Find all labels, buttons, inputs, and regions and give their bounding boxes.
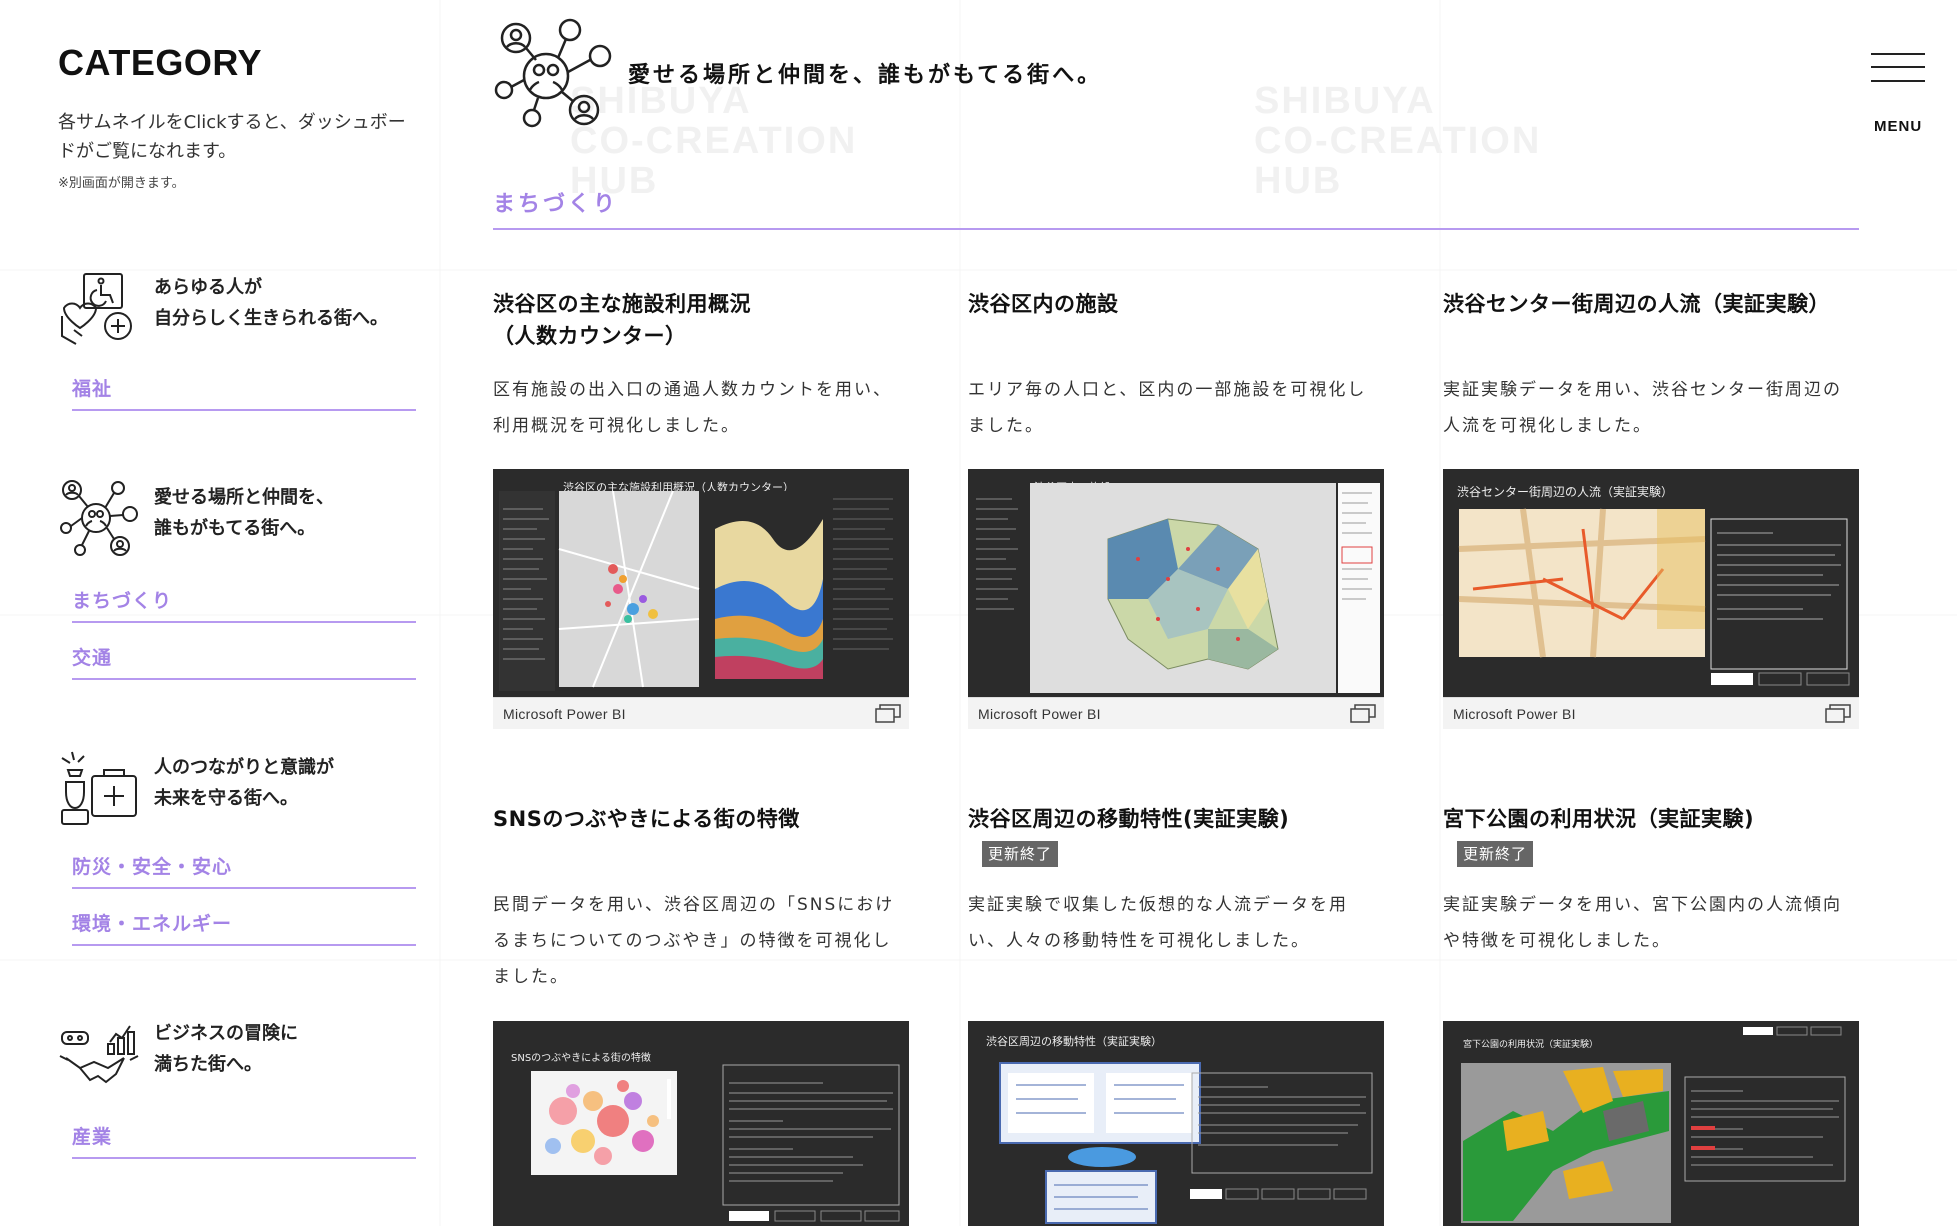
dashboard-thumbnail[interactable]: 渋谷区の主な施設利用概況（人数カウンター） Microsoft Power BI bbox=[493, 469, 909, 729]
sidebar-link-welfare[interactable]: 福祉 bbox=[72, 374, 416, 411]
category-description: 各サムネイルをClickすると、ダッシュボードがご覧になれます。 bbox=[58, 112, 406, 162]
group-line2: 自分らしく生きられる街へ。 bbox=[154, 308, 388, 329]
group-line2: 誰もがもてる街へ。 bbox=[154, 518, 316, 539]
category-group-business: ビジネスの冒険に 満ちた街へ。 産業 bbox=[58, 1014, 418, 1159]
menu-icon-line bbox=[1871, 66, 1925, 68]
menu-button[interactable]: MENU bbox=[1868, 50, 1926, 140]
thumbnail-footer: Microsoft Power BI bbox=[493, 697, 909, 729]
category-sidebar: CATEGORY 各サムネイルをClickすると、ダッシュボードがご覧になれます… bbox=[0, 0, 440, 1226]
sidebar-link-environment-energy[interactable]: 環境・エネルギー bbox=[72, 909, 416, 946]
watermark-line: SHIBUYA bbox=[1254, 80, 1436, 122]
powerbi-label: Microsoft Power BI bbox=[503, 706, 626, 722]
sidebar-link-industry[interactable]: 産業 bbox=[72, 1122, 416, 1159]
group-line1: 愛せる場所と仲間を、 bbox=[154, 487, 334, 508]
dashboard-thumbnail[interactable]: 渋谷区周辺の移動特性（実証実験） bbox=[968, 1021, 1384, 1226]
watermark-line: CO-CREATION bbox=[1254, 119, 1542, 162]
category-title: CATEGORY bbox=[58, 42, 263, 83]
group-line1: ビジネスの冒険に bbox=[154, 1023, 298, 1044]
group-line1: あらゆる人が bbox=[154, 277, 262, 298]
thumbnail-preview bbox=[972, 483, 1380, 693]
menu-icon-line bbox=[1871, 80, 1925, 82]
card-title[interactable]: 渋谷区の主な施設利用概況（人数カウンター） bbox=[493, 288, 793, 352]
people-network-icon bbox=[60, 480, 138, 556]
section-title: まちづくり bbox=[493, 186, 1859, 230]
sidebar-link-machizukuri[interactable]: まちづくり bbox=[72, 586, 416, 623]
business-handshake-icon bbox=[59, 1025, 139, 1084]
people-network-icon bbox=[494, 18, 612, 128]
card-title[interactable]: 渋谷センター街周辺の人流（実証実験） bbox=[1443, 288, 1859, 320]
dashboard-thumbnail[interactable]: 渋谷センター街周辺の人流（実証実験） Microsoft Power BI bbox=[1443, 469, 1859, 729]
menu-icon-line bbox=[1871, 53, 1925, 55]
card-description: エリア毎の人口と、区内の一部施設を可視化しました。 bbox=[968, 380, 1367, 436]
update-ended-badge: 更新終了 bbox=[1457, 841, 1534, 867]
thumbnail-preview bbox=[531, 1064, 900, 1222]
card-title[interactable]: 渋谷区内の施設 bbox=[968, 288, 1384, 320]
sidebar-link-transport[interactable]: 交通 bbox=[72, 643, 416, 680]
dashboard-thumbnail[interactable]: 渋谷区内の施設 Microsoft Power BI bbox=[968, 469, 1384, 729]
category-note: ※別画面が開きます。 bbox=[58, 176, 185, 191]
thumbnail-preview bbox=[999, 1062, 1373, 1224]
powerbi-label: Microsoft Power BI bbox=[1453, 706, 1576, 722]
thumbnail-footer: Microsoft Power BI bbox=[968, 697, 1384, 729]
thumbnail-preview bbox=[1461, 1026, 1846, 1223]
sidebar-link-disaster-safety[interactable]: 防災・安全・安心 bbox=[72, 852, 416, 889]
card-description: 実証実験データを用い、宮下公園内の人流傾向や特徴を可視化しました。 bbox=[1443, 895, 1842, 951]
group-line2: 未来を守る街へ。 bbox=[154, 788, 298, 809]
expand-icon[interactable] bbox=[1350, 703, 1376, 723]
thumbnail-preview bbox=[1458, 508, 1850, 686]
card-description: 実証実験で収集した仮想的な人流データを用い、人々の移動特性を可視化しました。 bbox=[968, 895, 1348, 951]
update-ended-badge: 更新終了 bbox=[982, 841, 1059, 867]
card-title[interactable]: 渋谷区周辺の移動特性(実証実験) bbox=[968, 803, 1384, 835]
dashboard-card: 渋谷区内の施設 エリア毎の人口と、区内の一部施設を可視化しました。 渋谷区内の施… bbox=[968, 288, 1384, 729]
card-title[interactable]: SNSのつぶやきによる街の特徴 bbox=[493, 803, 909, 835]
group-line1: 人のつながりと意識が bbox=[154, 757, 334, 778]
category-group-community: 愛せる場所と仲間を、 誰もがもてる街へ。 まちづくり 交通 bbox=[58, 478, 418, 680]
dashboard-card: 渋谷区周辺の移動特性(実証実験) 更新終了 実証実験で収集した仮想的な人流データ… bbox=[968, 803, 1384, 1226]
category-group-safety: 人のつながりと意識が 未来を守る街へ。 防災・安全・安心 環境・エネルギー bbox=[58, 748, 418, 946]
dashboard-card: 渋谷区の主な施設利用概況（人数カウンター） 区有施設の出入口の通過人数カウントを… bbox=[493, 288, 909, 729]
dashboard-card: 宮下公園の利用状況（実証実験) 更新終了 実証実験データを用い、宮下公園内の人流… bbox=[1443, 803, 1859, 1226]
dashboard-card: SNSのつぶやきによる街の特徴 民間データを用い、渋谷区周辺の「SNSにおけるま… bbox=[493, 803, 909, 1226]
menu-label: MENU bbox=[1874, 118, 1923, 135]
dashboard-thumbnail[interactable]: 宮下公園の利用状況（実証実験） bbox=[1443, 1021, 1859, 1226]
thumbnail-preview bbox=[499, 490, 903, 691]
emergency-kit-icon bbox=[61, 751, 137, 825]
group-line2: 満ちた街へ。 bbox=[154, 1054, 262, 1075]
header-tagline: 愛せる場所と仲間を、誰もがもてる街へ。 bbox=[628, 63, 1103, 88]
powerbi-label: Microsoft Power BI bbox=[978, 706, 1101, 722]
card-description: 区有施設の出入口の通過人数カウントを用い、利用概況を可視化しました。 bbox=[493, 380, 892, 436]
category-group-welfare: あらゆる人が 自分らしく生きられる街へ。 福祉 bbox=[58, 268, 418, 411]
dashboard-thumbnail[interactable]: SNSのつぶやきによる街の特徴 bbox=[493, 1021, 909, 1226]
dashboard-card: 渋谷センター街周辺の人流（実証実験） 実証実験データを用い、渋谷センター街周辺の… bbox=[1443, 288, 1859, 729]
expand-icon[interactable] bbox=[875, 703, 901, 723]
card-title[interactable]: 宮下公園の利用状況（実証実験) bbox=[1443, 803, 1859, 835]
card-description: 民間データを用い、渋谷区周辺の「SNSにおけるまちについてのつぶやき」の特徴を可… bbox=[493, 895, 895, 987]
thumbnail-footer: Microsoft Power BI bbox=[1443, 697, 1859, 729]
expand-icon[interactable] bbox=[1825, 703, 1851, 723]
accessibility-heart-icon bbox=[61, 273, 132, 345]
card-description: 実証実験データを用い、渋谷センター街周辺の人流を可視化しました。 bbox=[1443, 380, 1842, 436]
